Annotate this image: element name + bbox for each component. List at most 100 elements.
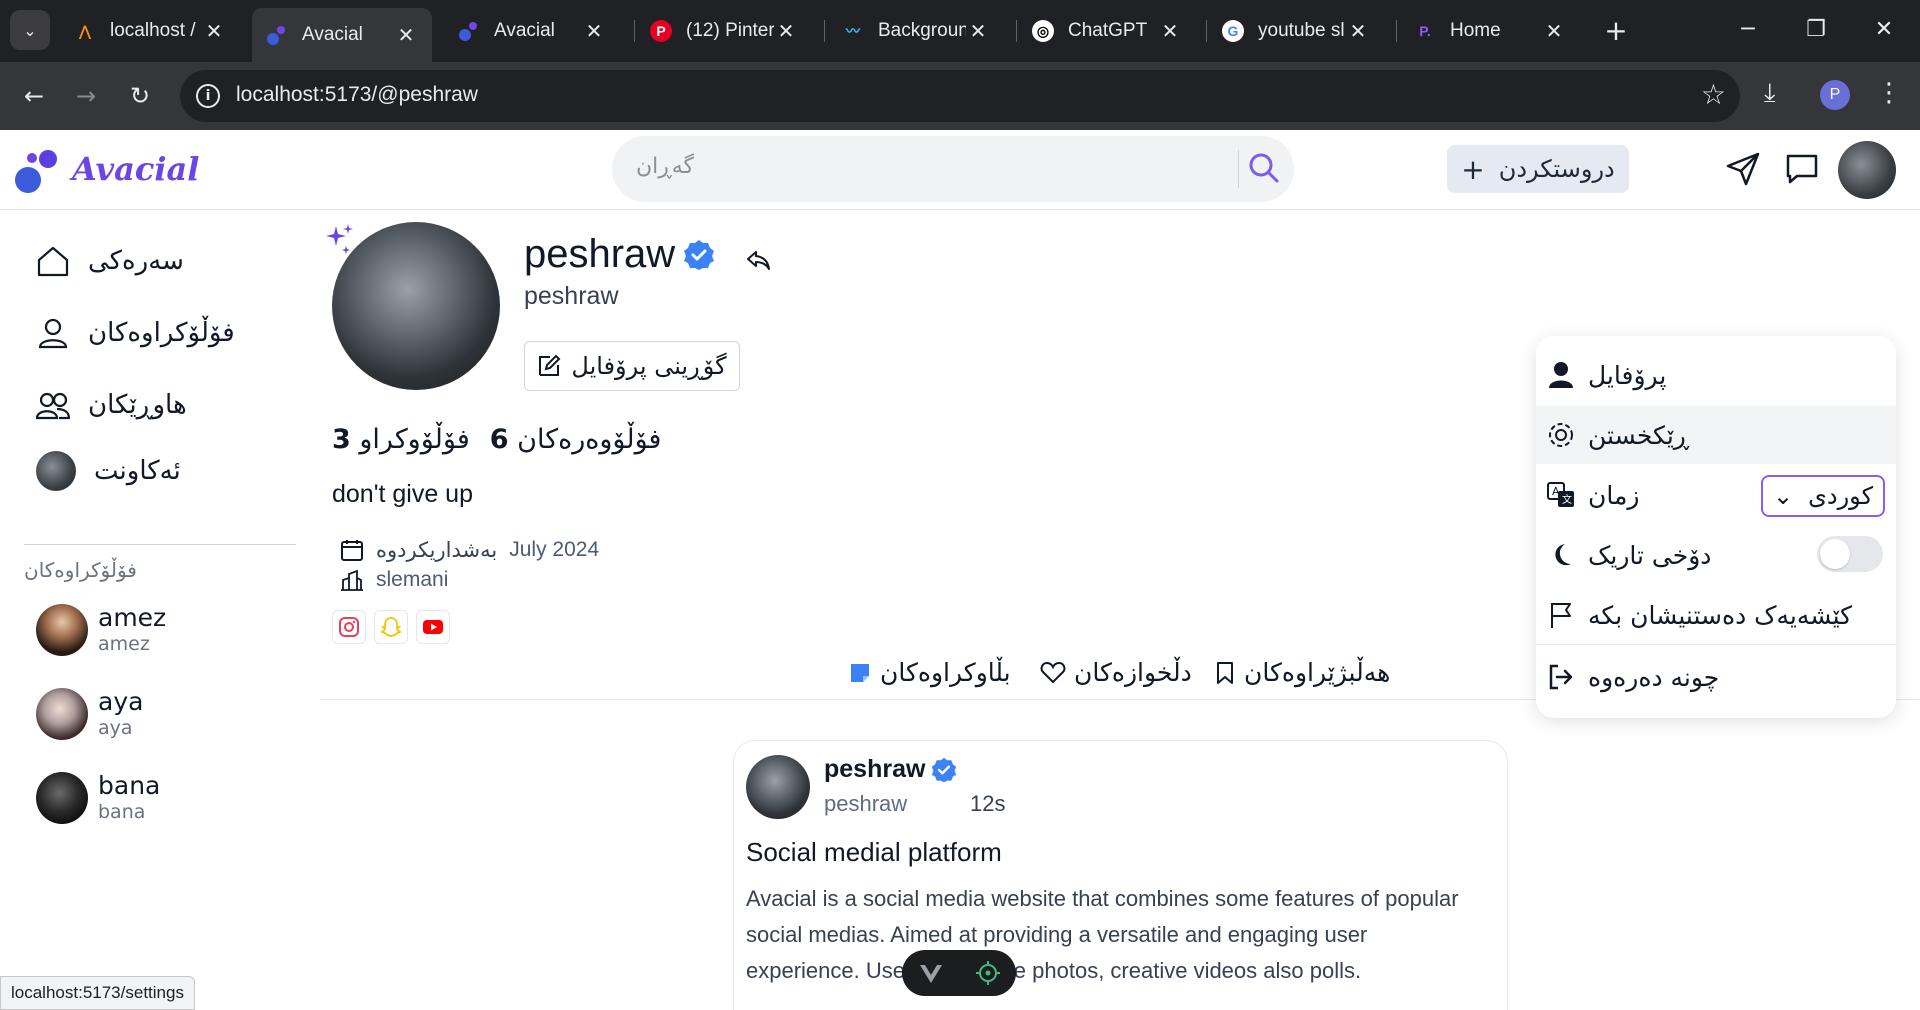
dark-mode-toggle[interactable] xyxy=(1817,536,1883,572)
minimize-button[interactable]: ─ xyxy=(1718,8,1778,52)
following-stat[interactable]: 3 فۆڵۆوکراو xyxy=(332,424,470,455)
back-button[interactable]: ← xyxy=(14,76,54,116)
profile-avatar[interactable] xyxy=(332,222,500,390)
browser-tab[interactable]: ◎ ChatGPT ✕ xyxy=(1018,8,1196,54)
site-info-icon[interactable]: i xyxy=(196,84,220,108)
user-avatar-button[interactable] xyxy=(1838,141,1896,199)
post-author-avatar[interactable] xyxy=(746,755,810,819)
post-body: Avacial is a social media website that c… xyxy=(746,886,1459,983)
send-icon[interactable] xyxy=(1724,150,1762,188)
download-icon[interactable]: ⤓ xyxy=(1764,78,1776,109)
following-handle: bana xyxy=(98,801,146,823)
following-name: bana xyxy=(98,771,161,800)
tab-posts[interactable]: بڵاوکراوەکان xyxy=(848,658,1011,687)
edit-icon xyxy=(539,354,561,376)
browser-profile-avatar[interactable]: P xyxy=(1820,80,1850,110)
instagram-icon[interactable] xyxy=(332,610,366,644)
post-card[interactable]: peshraw peshraw 12s Social medial platfo… xyxy=(733,740,1508,1010)
logout-icon xyxy=(1549,664,1573,690)
following-item[interactable]: aya aya xyxy=(36,684,143,744)
window-close-button[interactable]: ✕ xyxy=(1854,8,1914,52)
close-icon[interactable]: ✕ xyxy=(202,19,226,44)
following-item[interactable]: amez amez xyxy=(36,600,166,660)
reload-button[interactable]: ↻ xyxy=(120,76,160,116)
following-count: 3 xyxy=(332,424,351,455)
post-author-name[interactable]: peshraw xyxy=(824,755,925,784)
user-icon xyxy=(38,318,68,349)
new-tab-button[interactable]: + xyxy=(1598,14,1634,50)
forward-button[interactable]: → xyxy=(66,76,106,116)
create-button[interactable]: + دروستکردن xyxy=(1447,145,1629,193)
sidebar-divider xyxy=(24,544,296,545)
menu-item-logout[interactable]: چونە دەرەوە xyxy=(1536,648,1896,706)
close-icon[interactable]: ✕ xyxy=(1158,19,1182,44)
tab-label: هەڵبژێراوەکان xyxy=(1244,658,1391,687)
sidebar-item-home[interactable]: سەرەکی xyxy=(36,236,184,286)
language-value: کوردی xyxy=(1808,482,1873,510)
avatar xyxy=(36,604,88,656)
tab-title: (12) Pinter xyxy=(686,20,774,41)
sidebar-item-friends[interactable]: هاوڕێکان xyxy=(36,380,187,430)
tab-likes[interactable]: دڵخوازەکان xyxy=(1040,658,1192,687)
joined-date: July 2024 xyxy=(509,538,600,561)
menu-label: پرۆفایل xyxy=(1588,360,1667,390)
menu-item-settings[interactable]: ڕێکخستن xyxy=(1536,406,1896,464)
close-icon[interactable]: ✕ xyxy=(966,19,990,44)
followers-stat[interactable]: 6 فۆڵۆوەرەکان xyxy=(490,424,662,455)
tab-search-button[interactable]: ⌄ xyxy=(10,10,50,50)
close-icon[interactable]: ✕ xyxy=(1346,19,1370,44)
browser-tab-active[interactable]: Avacial ✕ xyxy=(252,8,432,62)
building-icon xyxy=(341,569,363,591)
following-item[interactable]: bana bana xyxy=(36,768,160,828)
flag-icon xyxy=(1551,603,1571,628)
gear-icon xyxy=(1549,423,1573,447)
search-bar[interactable]: گەڕان xyxy=(612,136,1294,202)
menu-label: چونە دەرەوە xyxy=(1588,662,1720,692)
tab-saved[interactable]: هەڵبژێراوەکان xyxy=(1214,658,1390,687)
logo-text[interactable]: Avacial xyxy=(72,150,199,188)
phpmyadmin-icon: ⋀ xyxy=(79,22,91,39)
browser-tab[interactable]: P. Home ✕ xyxy=(1400,8,1580,54)
social-links xyxy=(332,610,450,644)
close-icon[interactable]: ✕ xyxy=(774,19,798,44)
browser-tab-strip: ⌄ ⋀ localhost / ✕ Avacial ✕ Avacial ✕ P … xyxy=(0,0,1920,62)
language-select[interactable]: ⌄ کوردی xyxy=(1761,475,1885,517)
target-icon[interactable] xyxy=(975,960,1001,986)
close-icon[interactable]: ✕ xyxy=(582,19,606,44)
logo-icon[interactable] xyxy=(14,146,64,196)
menu-label: دۆخی تاریک xyxy=(1588,540,1712,570)
sidebar-item-account[interactable]: ئەکاونت xyxy=(36,446,181,496)
translate-icon: A文 xyxy=(1547,482,1574,507)
browser-tab[interactable]: Avacial ✕ xyxy=(444,8,620,54)
user-solid-icon xyxy=(1549,362,1573,388)
close-icon[interactable]: ✕ xyxy=(394,23,418,48)
browser-tab[interactable]: G youtube sl ✕ xyxy=(1208,8,1384,54)
address-bar[interactable]: i localhost:5173/@peshraw ☆ xyxy=(180,70,1740,122)
profile-name-row: peshraw xyxy=(524,232,715,277)
sidebar-item-following[interactable]: فۆڵۆکراوەکان xyxy=(36,308,235,358)
snapchat-icon[interactable] xyxy=(374,610,408,644)
browser-tab[interactable]: ⋀ localhost / ✕ xyxy=(60,8,240,54)
search-input[interactable]: گەڕان xyxy=(636,154,1294,179)
verified-badge-icon xyxy=(684,239,715,270)
search-divider xyxy=(1238,150,1239,188)
browser-tab[interactable]: 〰 Backgroun ✕ xyxy=(828,8,1004,54)
menu-item-profile[interactable]: پرۆفایل xyxy=(1536,346,1896,404)
menu-label: ڕێکخستن xyxy=(1588,420,1690,450)
share-icon[interactable] xyxy=(744,246,772,274)
menu-item-report[interactable]: کێشەیەک دەستنیشان بکە xyxy=(1536,586,1896,644)
browser-tab[interactable]: P (12) Pinter ✕ xyxy=(636,8,812,54)
youtube-icon[interactable] xyxy=(416,610,450,644)
tab-title: Avacial xyxy=(302,24,363,45)
chat-icon[interactable] xyxy=(1783,150,1821,188)
vue-icon[interactable] xyxy=(918,961,944,985)
calendar-icon xyxy=(341,540,363,561)
close-icon[interactable]: ✕ xyxy=(1542,19,1566,44)
edit-profile-button[interactable]: گۆڕینی پرۆفایل xyxy=(524,341,740,391)
devtools-pill[interactable] xyxy=(902,950,1016,996)
search-icon[interactable] xyxy=(1246,150,1282,186)
browser-menu-icon[interactable]: ⋮ xyxy=(1876,78,1902,108)
bookmark-star-icon[interactable]: ☆ xyxy=(1701,78,1726,111)
restore-button[interactable]: ❐ xyxy=(1786,8,1846,52)
tailwind-icon: 〰 xyxy=(846,23,860,39)
